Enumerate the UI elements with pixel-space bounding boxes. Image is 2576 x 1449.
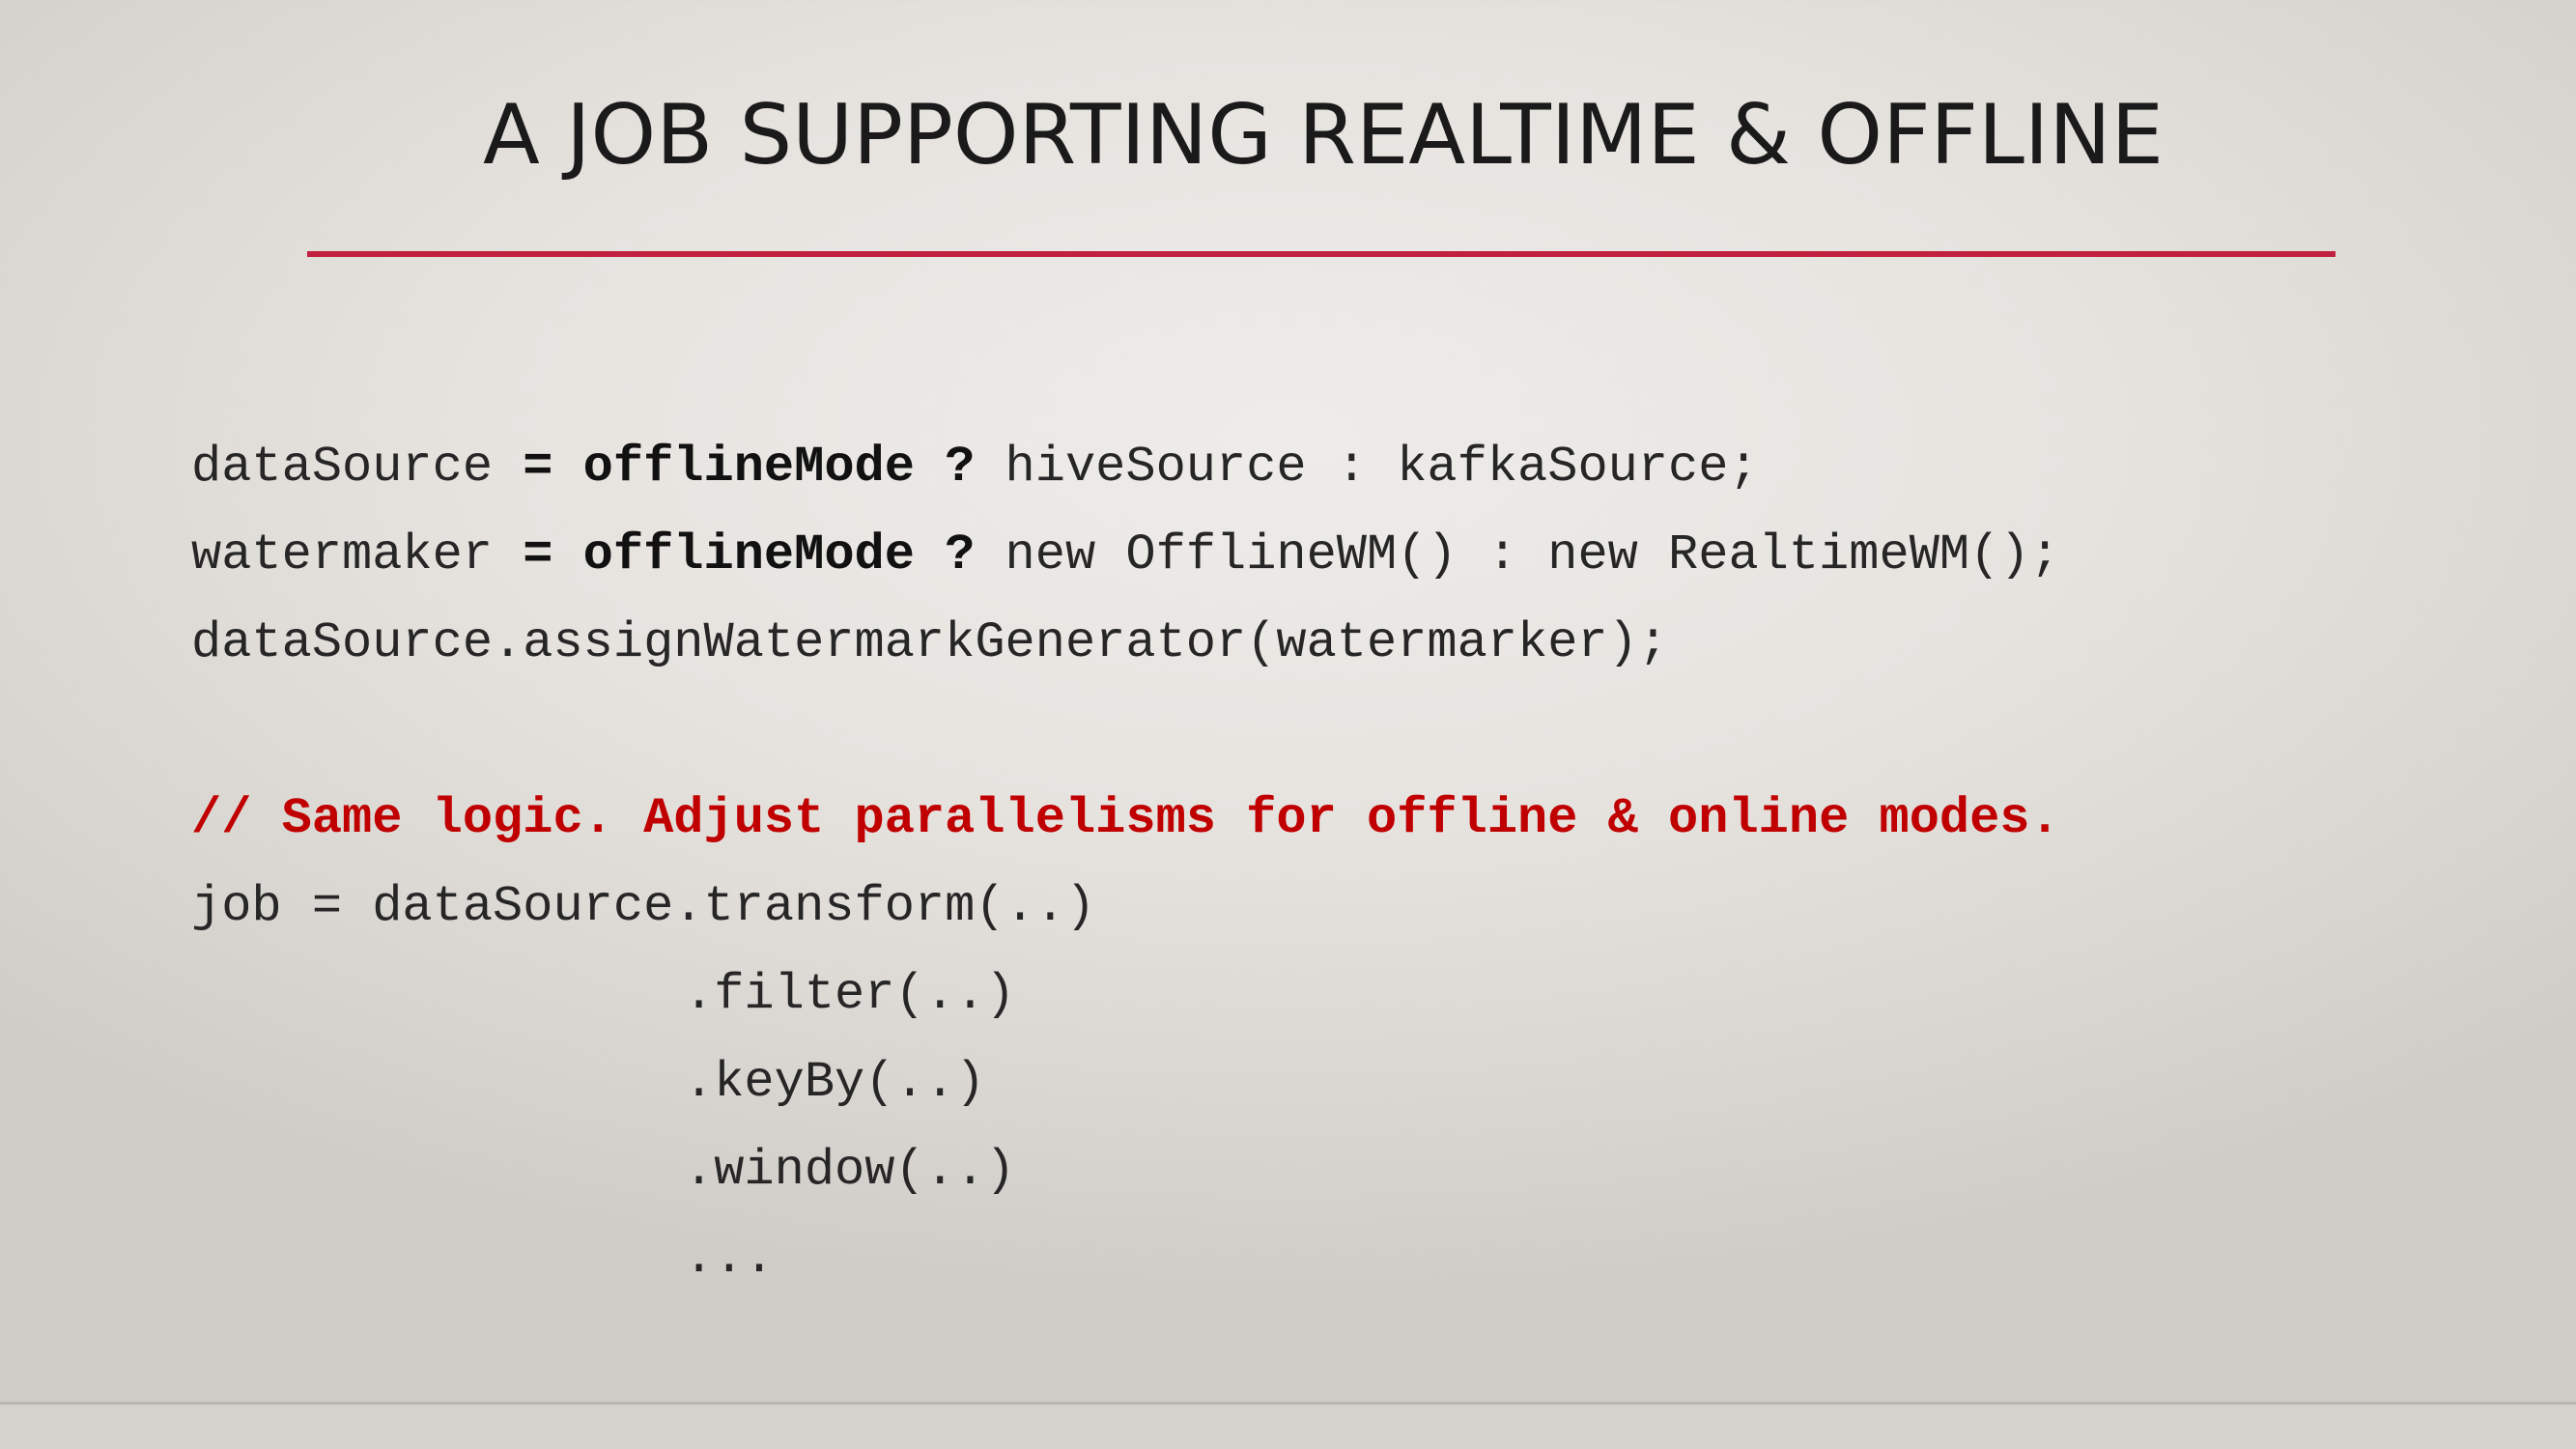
code-text: dataSource bbox=[191, 439, 524, 496]
title-underline bbox=[307, 251, 2335, 257]
code-line-watermaker: watermaker = offlineMode ? new OfflineWM… bbox=[191, 511, 2490, 599]
code-line-filter: .filter(..) bbox=[684, 966, 1016, 1023]
slide-bottom-bar bbox=[0, 1402, 2576, 1449]
code-comment: // Same logic. Adjust parallelisms for o… bbox=[191, 790, 2060, 847]
code-line-keyby: .keyBy(..) bbox=[684, 1054, 986, 1111]
code-line-window: .window(..) bbox=[684, 1142, 1016, 1199]
code-text: hiveSource : kafkaSource; bbox=[975, 439, 1759, 496]
code-text: watermaker bbox=[191, 526, 524, 583]
code-line-assign-watermark: dataSource.assignWatermarkGenerator(wate… bbox=[191, 614, 1669, 671]
code-line-ellipsis: ... bbox=[684, 1230, 775, 1287]
code-keyword: = offlineMode ? bbox=[523, 526, 976, 583]
slide-title: A JOB SUPPORTING REALTIME & OFFLINE bbox=[483, 87, 2164, 184]
code-text: new OfflineWM() : new RealtimeWM(); bbox=[975, 526, 2060, 583]
code-keyword: = offlineMode ? bbox=[523, 439, 976, 496]
code-block: dataSource = offlineMode ? hiveSource : … bbox=[191, 423, 2490, 1302]
code-line-datasource: dataSource = offlineMode ? hiveSource : … bbox=[191, 423, 2490, 511]
code-line-job: job = dataSource.transform(..) bbox=[191, 878, 1096, 935]
